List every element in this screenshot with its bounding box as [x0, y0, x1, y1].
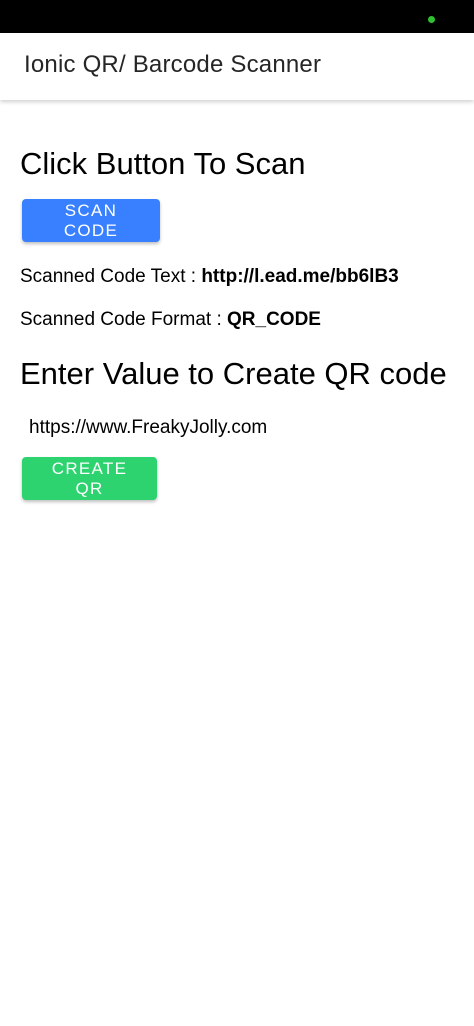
qr-value-input[interactable] — [20, 410, 459, 446]
scanned-code-format: Scanned Code Format : QR_CODE — [20, 309, 321, 331]
scanned-code-format-value: QR_CODE — [227, 309, 321, 330]
scanned-code-format-label: Scanned Code Format : — [20, 309, 227, 330]
status-indicator-icon — [428, 16, 435, 23]
scan-heading: Click Button To Scan — [20, 146, 306, 181]
status-bar — [0, 0, 474, 33]
scan-code-button[interactable]: SCAN CODE — [22, 199, 160, 242]
create-qr-button[interactable]: CREATE QR — [22, 457, 157, 500]
scanned-code-text-label: Scanned Code Text : — [20, 266, 202, 287]
scanned-code-text-value: http://l.ead.me/bb6lB3 — [201, 266, 399, 287]
app-toolbar: Ionic QR/ Barcode Scanner — [0, 33, 474, 100]
scanned-code-text: Scanned Code Text : http://l.ead.me/bb6l… — [20, 266, 399, 288]
page-title: Ionic QR/ Barcode Scanner — [24, 51, 322, 78]
create-qr-heading: Enter Value to Create QR code — [20, 356, 447, 391]
